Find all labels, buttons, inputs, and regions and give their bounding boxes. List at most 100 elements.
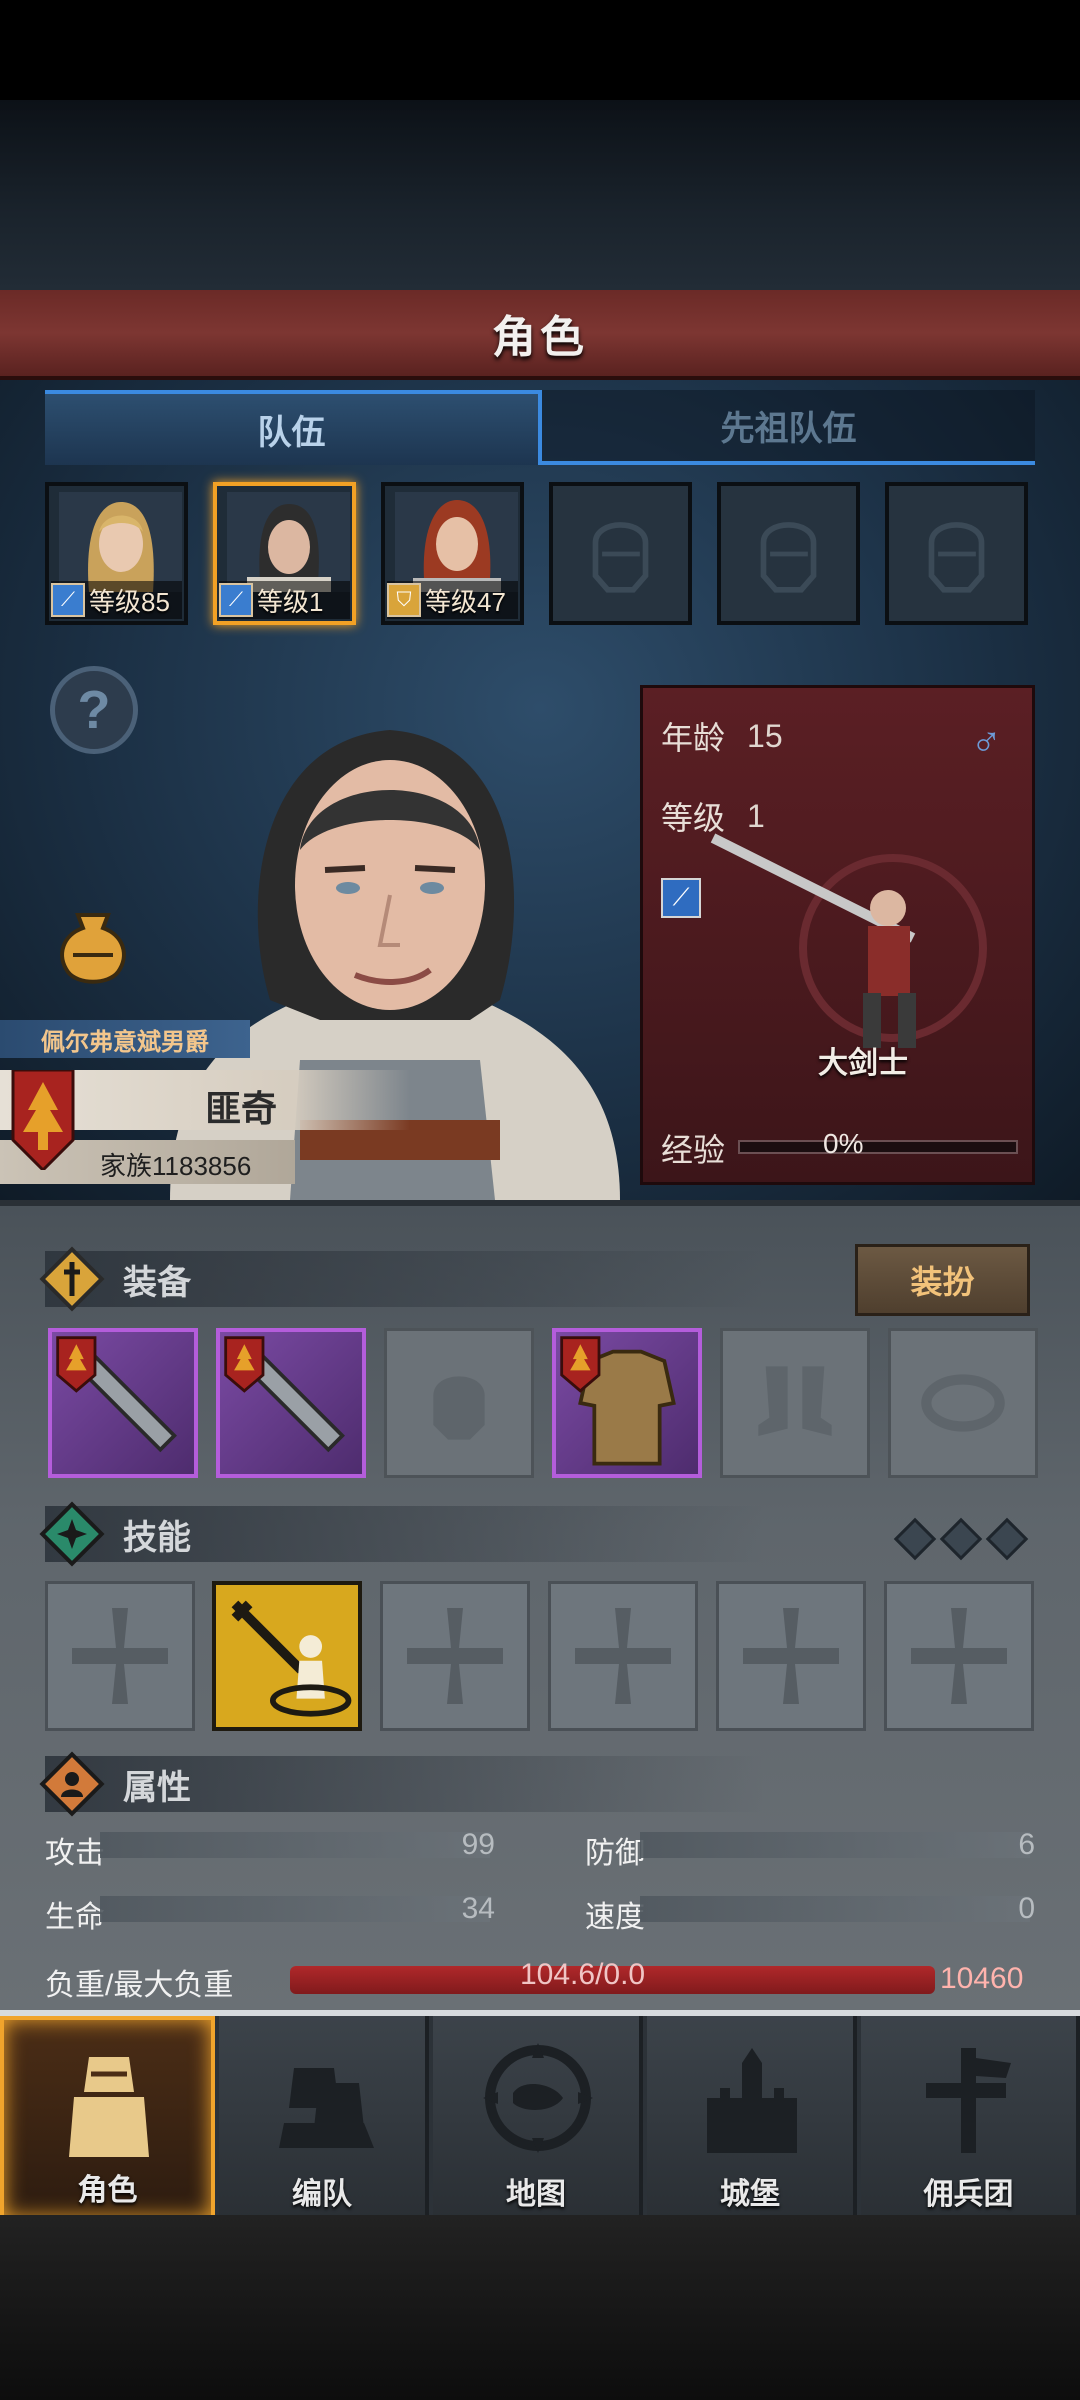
nav-label: 角色 [77,2174,138,2207]
great-sword-icon [56,1336,177,1453]
mercenary-icon [926,2048,1011,2153]
slot-level-label: 等级1 [257,586,324,617]
nav-map[interactable]: 地图 [433,2016,643,2221]
clan-banner-icon [11,1070,75,1170]
dress-up-button[interactable]: 装扮 [855,1244,1030,1316]
helmet-placeholder-icon [760,522,817,593]
character-name[interactable]: 匪奇 [205,1080,277,1132]
slot-level-tag: ⟋ 等级1 [219,581,350,619]
load-max-value: 10460 [940,1962,1024,1995]
attack-label: 攻击 [45,1837,105,1870]
exp-value: 0% [823,1128,864,1159]
nav-formation[interactable]: 编队 [219,2016,429,2221]
speed-label: 速度 [585,1901,645,1934]
defense-label: 防御 [585,1837,645,1870]
skill-slot-6[interactable] [884,1581,1034,1731]
skills-title: 技能 [123,1518,191,1557]
team-slot-empty[interactable] [885,482,1028,625]
nav-mercenary[interactable]: 佣兵团 [861,2016,1080,2221]
team-slot-3[interactable]: ⛉ 等级47 [381,482,524,625]
team-slot-1[interactable]: ⟋ 等级85 [45,482,188,625]
bottom-nav: 角色 编队 地图 城堡 佣兵团 [0,2010,1080,2221]
skill-point-gem-icon [985,1517,1029,1561]
nav-castle[interactable]: 城堡 [647,2016,857,2221]
sword-icon: ⟋ [51,583,85,617]
team-slot-2[interactable]: ⟋ 等级1 [213,482,356,625]
team-slot-empty[interactable] [717,482,860,625]
helmet-placeholder-icon [592,522,649,593]
clan-id: 家族1183856 [100,1151,252,1181]
hp-value: 34 [461,1892,495,1925]
character-info-card: 年龄 15 ♂ 等级 1 ⟋ 大剑士 经验 0% [640,685,1035,1185]
slot-level-label: 等级47 [425,586,506,617]
boots-slot[interactable] [720,1328,870,1478]
weapon-slot-2[interactable] [216,1328,366,1478]
skill-slot-1[interactable] [45,1581,195,1731]
skill-point-gem-icon [893,1517,937,1561]
tab-ancestor-team[interactable]: 先祖队伍 [542,390,1035,465]
help-icon[interactable]: ? [50,666,138,754]
knight-icon [69,2057,149,2157]
attack-value: 99 [461,1828,495,1861]
great-sword-icon [224,1336,345,1453]
slot-level-tag: ⛉ 等级47 [387,581,518,619]
attributes-title: 属性 [123,1768,191,1807]
helmet-icon [433,1376,485,1440]
weapon-slot-1[interactable] [48,1328,198,1478]
map-compass-icon [483,2043,593,2153]
sword-skill-icon [231,1600,352,1717]
team-slot-empty[interactable] [549,482,692,625]
dagger-icon [37,1244,107,1314]
page-header: 角色 [0,290,1080,380]
nav-label: 编队 [292,2178,352,2211]
skill-slot-5[interactable] [716,1581,866,1731]
skill-slot-3[interactable] [380,1581,530,1731]
exp-progress-bar [738,1140,1018,1154]
attributes-header: 属性 [39,1751,765,1817]
sword-icon: ⟋ [219,583,253,617]
fist-icon [37,1749,107,1819]
exp-row: 经验 [661,1125,725,1171]
details-panel: 装备 装扮 技能 属性 攻击 99 防御 6 生命 34 速度 0 负重/最大负… [0,1200,1080,2015]
castle-icon [707,2048,797,2153]
age-value: 15 [747,717,783,754]
skill-slot-2[interactable] [212,1581,362,1731]
slot-level-tag: ⟋ 等级85 [51,581,182,619]
defense-value: 6 [1018,1828,1035,1861]
class-name: 大剑士 [818,1047,908,1080]
top-background [0,100,1080,290]
skill-point-gem-icon [939,1517,983,1561]
equipment-header: 装备 [39,1246,765,1312]
team-tabs: 队伍 先祖队伍 [45,390,1035,465]
cross-icon [743,1608,839,1704]
age-row: 年龄 15 [661,713,783,759]
formation-icon [279,2068,374,2148]
armor-slot[interactable] [552,1328,702,1478]
speed-value: 0 [1018,1892,1035,1925]
sword-icon: ⟋ [661,878,701,918]
character-portrait [227,492,350,592]
skill-slot-4[interactable] [548,1581,698,1731]
nav-label: 佣兵团 [923,2178,1014,2211]
ring-slot[interactable] [888,1328,1038,1478]
character-panel: 队伍 先祖队伍 ⟋ 等级85 ⟋ 等级1 ⛉ 等级47 ? 年龄 15 ♂ 等级… [0,380,1080,1200]
character-portrait [59,492,182,592]
ring-icon [921,1374,1005,1432]
character-portrait [395,492,518,592]
nav-label: 地图 [506,2178,566,2211]
status-bar [0,0,1080,100]
male-icon: ♂ [970,718,1003,765]
page-title: 角色 [492,313,588,362]
cross-icon [72,1608,168,1704]
equipment-title: 装备 [123,1263,191,1302]
hp-label: 生命 [45,1901,105,1934]
exp-label: 经验 [661,1132,726,1168]
tab-team[interactable]: 队伍 [45,390,542,465]
helmet-slot[interactable] [384,1328,534,1478]
team-slot-row: ⟋ 等级85 ⟋ 等级1 ⛉ 等级47 [45,482,1035,627]
potion-bag-icon[interactable] [48,900,138,990]
nav-character[interactable]: 角色 [0,2016,215,2221]
cross-icon [575,1608,671,1704]
shield-icon: ⛉ [387,583,421,617]
bottom-bar [0,2215,1080,2400]
